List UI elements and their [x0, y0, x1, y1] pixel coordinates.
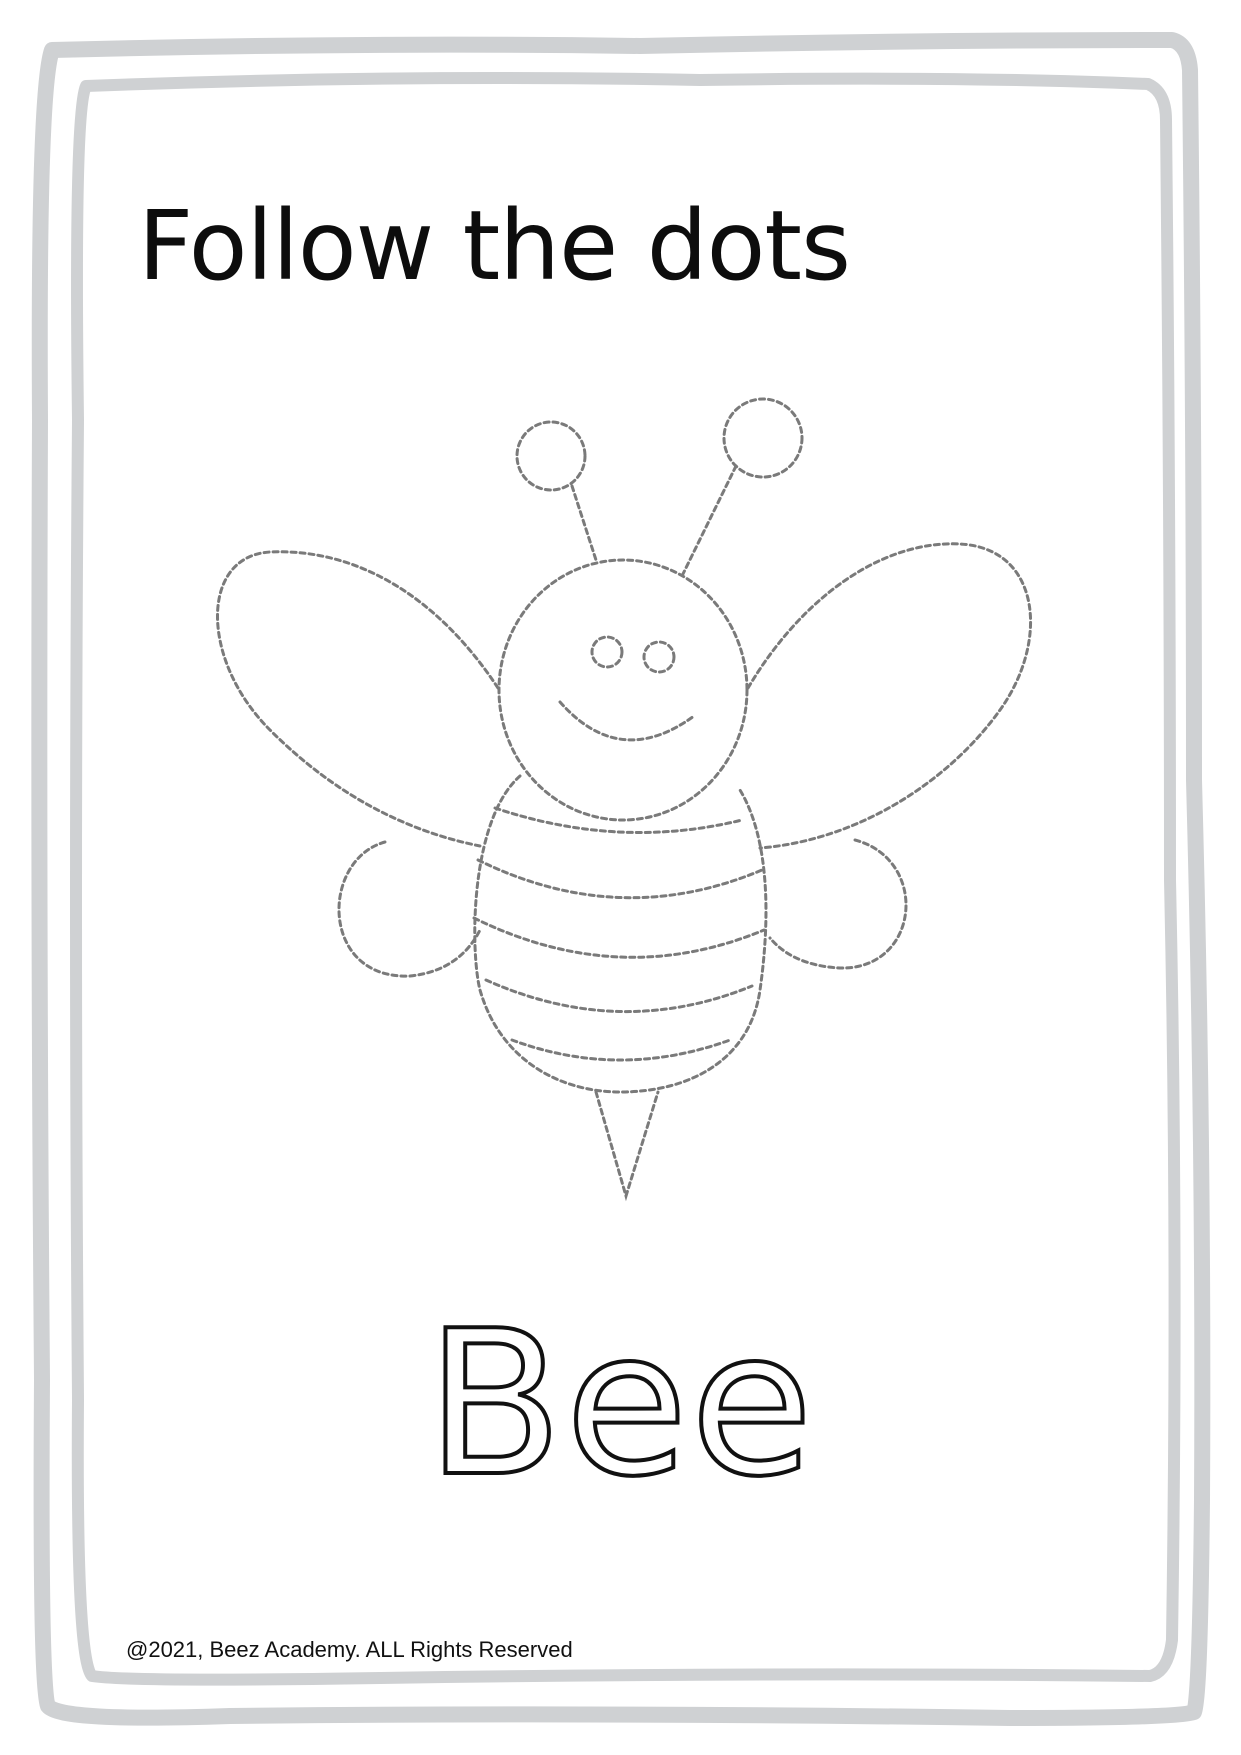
left-antenna-bulb[interactable]: [515, 420, 587, 492]
left-lower-wing[interactable]: [337, 840, 482, 978]
bee-smile[interactable]: [558, 700, 696, 742]
bee-head[interactable]: [497, 558, 749, 822]
right-upper-wing[interactable]: [746, 542, 1033, 850]
right-lower-wing[interactable]: [768, 838, 908, 970]
bee-word-outline: Bee: [424, 1288, 816, 1521]
right-eye[interactable]: [642, 640, 676, 674]
left-upper-wing[interactable]: [216, 550, 500, 848]
body-stripe-2[interactable]: [476, 858, 764, 900]
copyright-notice: @2021, Beez Academy. ALL Rights Reserved: [126, 1637, 573, 1662]
body-stripe-5[interactable]: [510, 1038, 732, 1062]
left-eye[interactable]: [590, 635, 624, 669]
bee-stinger[interactable]: [594, 1090, 660, 1202]
body-stripe-4[interactable]: [484, 978, 754, 1014]
left-antenna-stalk[interactable]: [570, 484, 598, 562]
right-antenna-stalk[interactable]: [679, 464, 738, 580]
body-stripe-3[interactable]: [472, 916, 766, 959]
